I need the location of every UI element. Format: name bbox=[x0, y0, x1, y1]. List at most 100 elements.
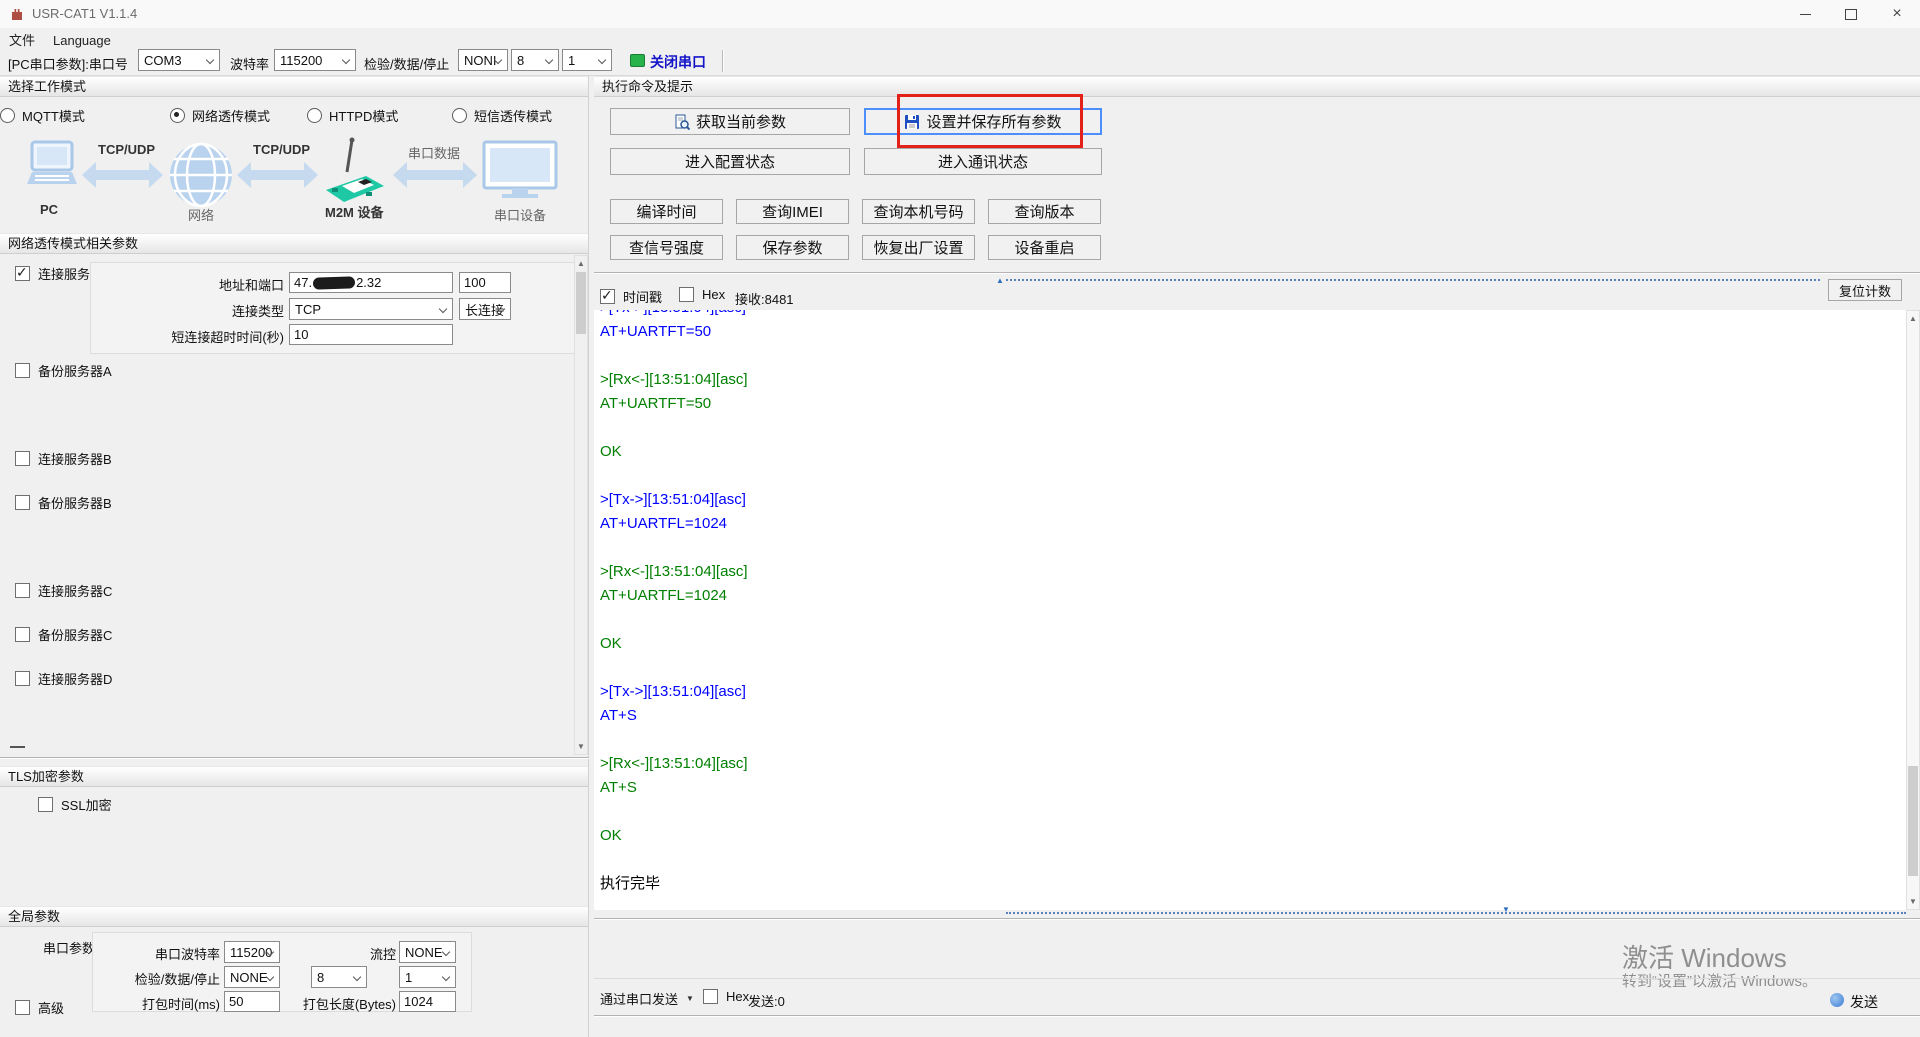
window-title: USR-CAT1 V1.1.4 bbox=[32, 6, 137, 21]
gp-databits-select[interactable]: 8 bbox=[311, 966, 367, 988]
scroll-up-icon[interactable]: ▲ bbox=[1907, 312, 1919, 325]
stopbits-select[interactable]: 1 bbox=[562, 49, 612, 71]
port-select[interactable]: COM3 bbox=[138, 49, 220, 71]
parity-label: 检验/数据/停止 bbox=[364, 54, 449, 73]
gp-flow-select[interactable]: NONE bbox=[399, 941, 456, 963]
gp-packlen-label: 打包长度(Bytes) bbox=[293, 994, 396, 1013]
log-line: >[Rx<-][13:51:04][asc] bbox=[600, 560, 1600, 584]
checkbox-icon bbox=[15, 363, 30, 378]
send-via-serial-dropdown[interactable]: 通过串口发送 ▼ bbox=[600, 989, 694, 1008]
command-button[interactable]: 查询IMEI bbox=[736, 199, 849, 224]
ssl-label: SSL加密 bbox=[61, 795, 112, 814]
send-hex-checkbox-row[interactable]: Hex bbox=[703, 989, 749, 1004]
log-line bbox=[600, 344, 1600, 368]
port-input[interactable]: 100 bbox=[459, 272, 511, 293]
work-mode-label: 网络透传模式 bbox=[192, 106, 270, 125]
gp-stopbits-select[interactable]: 1 bbox=[399, 966, 456, 988]
server-checkbox-row[interactable]: 备份服务器C bbox=[15, 622, 112, 646]
command-row-4: 查信号强度保存参数恢复出厂设置设备重启 bbox=[610, 235, 1101, 260]
app-icon bbox=[9, 6, 25, 27]
work-mode-option[interactable]: 网络透传模式 bbox=[170, 106, 270, 125]
log-line bbox=[600, 848, 1600, 872]
reset-count-button[interactable]: 复位计数 bbox=[1828, 279, 1902, 301]
red-highlight-box bbox=[897, 94, 1083, 148]
log-line: OK bbox=[600, 632, 1600, 656]
work-mode-label: MQTT模式 bbox=[22, 106, 85, 125]
work-mode-option[interactable]: HTTPD模式 bbox=[307, 106, 398, 125]
scroll-down-icon[interactable]: ▼ bbox=[1907, 895, 1919, 908]
node-net-label: 网络 bbox=[188, 205, 214, 224]
log-line: AT+UARTFT=50 bbox=[600, 392, 1600, 416]
conn-type-label: 连接类型 bbox=[111, 301, 284, 320]
scrollbar-thumb[interactable] bbox=[1908, 766, 1918, 876]
keepalive-select[interactable]: 长连接 bbox=[459, 298, 511, 320]
arrow-pc-net-icon bbox=[82, 162, 163, 193]
advanced-label: 高级 bbox=[38, 998, 64, 1017]
baud-select[interactable]: 115200 bbox=[274, 49, 356, 71]
gp-packtime-input[interactable]: 50 bbox=[224, 991, 280, 1012]
timeout-label: 短连接超时时间(秒) bbox=[111, 327, 284, 346]
server-checkbox-row[interactable]: 连接服务器C bbox=[15, 578, 112, 602]
command-button[interactable]: 查询本机号码 bbox=[862, 199, 975, 224]
serial-group-label: 串口参数 bbox=[43, 938, 95, 957]
search-doc-icon bbox=[674, 114, 690, 130]
gp-flow-label: 流控 bbox=[293, 944, 396, 963]
scroll-down-icon[interactable]: ▼ bbox=[575, 740, 587, 753]
address-input[interactable]: 47.2.32 bbox=[289, 272, 453, 293]
server-label: 备份服务器A bbox=[38, 361, 112, 380]
command-button[interactable]: 设备重启 bbox=[988, 235, 1101, 260]
timestamp-checkbox-row[interactable]: 时间戳 bbox=[600, 287, 662, 306]
log-scrollbar[interactable]: ▲ ▼ bbox=[1906, 310, 1920, 910]
enter-config-button[interactable]: 进入配置状态 bbox=[610, 148, 850, 175]
close-port-button[interactable]: 关闭串口 bbox=[650, 52, 706, 72]
get-params-button[interactable]: 获取当前参数 bbox=[610, 108, 850, 135]
node-serial-label: 串口设备 bbox=[494, 205, 546, 224]
gp-packlen-input[interactable]: 1024 bbox=[399, 991, 456, 1012]
command-button[interactable]: 编译时间 bbox=[610, 199, 723, 224]
log-line: AT+UARTFT=50 bbox=[600, 320, 1600, 344]
work-mode-option[interactable]: 短信透传模式 bbox=[452, 106, 552, 125]
server-checkbox-row[interactable]: 备份服务器A bbox=[15, 358, 112, 382]
log-top-divider bbox=[594, 272, 1920, 274]
server-label: 备份服务器C bbox=[38, 625, 112, 644]
enter-comm-button[interactable]: 进入通讯状态 bbox=[864, 148, 1102, 175]
command-button[interactable]: 查信号强度 bbox=[610, 235, 723, 260]
ssl-checkbox-row[interactable]: SSL加密 bbox=[38, 795, 112, 814]
splitter-arrow-down-icon[interactable]: ▼ bbox=[1502, 906, 1510, 914]
log-bottom-divider bbox=[594, 918, 1920, 920]
maximize-button[interactable] bbox=[1828, 0, 1874, 28]
server-checkbox-row[interactable]: 备份服务器B bbox=[15, 490, 112, 514]
timeout-input[interactable]: 10 bbox=[289, 324, 453, 345]
close-button[interactable]: × bbox=[1874, 0, 1920, 28]
top-splitter-handle[interactable] bbox=[1006, 279, 1820, 281]
advanced-checkbox-row[interactable]: 高级 bbox=[15, 998, 64, 1017]
radio-icon bbox=[170, 108, 185, 123]
network-globe-icon bbox=[168, 142, 234, 213]
work-mode-label: HTTPD模式 bbox=[329, 106, 398, 125]
left-panel: 选择工作模式 网络透传模式 HTTPD模式 短信透传模式 bbox=[0, 76, 589, 1037]
log-line bbox=[600, 464, 1600, 488]
command-button[interactable]: 恢复出厂设置 bbox=[862, 235, 975, 260]
bottom-splitter-handle[interactable] bbox=[1006, 912, 1906, 914]
gp-baud-select[interactable]: 115200 bbox=[224, 941, 280, 963]
scrollbar-thumb[interactable] bbox=[576, 272, 586, 334]
databits-select[interactable]: 8 bbox=[511, 49, 559, 71]
minimize-button[interactable] bbox=[1782, 0, 1828, 28]
conn-type-select[interactable]: TCP bbox=[289, 298, 453, 320]
server-checkbox-row[interactable]: 连接服务器D bbox=[15, 666, 112, 690]
command-button[interactable]: 查询版本 bbox=[988, 199, 1101, 224]
log-line: AT+S bbox=[600, 704, 1600, 728]
gp-parity-select[interactable]: NONE bbox=[224, 966, 280, 988]
hex-checkbox-row[interactable]: Hex bbox=[679, 287, 725, 302]
menu-item[interactable]: Language bbox=[44, 33, 120, 48]
scroll-up-icon[interactable]: ▲ bbox=[575, 257, 587, 270]
parity-select[interactable]: NONI bbox=[458, 49, 508, 71]
server-checkbox-row[interactable]: 连接服务器B bbox=[15, 446, 112, 470]
serial-device-icon bbox=[482, 140, 558, 207]
left-panel-scrollbar[interactable]: ▲ ▼ bbox=[574, 255, 588, 755]
splitter-arrow-up-icon[interactable]: ▲ bbox=[996, 277, 1004, 285]
log-line bbox=[600, 608, 1600, 632]
send-button[interactable]: 发送 bbox=[1850, 992, 1878, 1012]
command-button[interactable]: 保存参数 bbox=[736, 235, 849, 260]
work-mode-option[interactable]: MQTT模式 bbox=[0, 106, 85, 125]
